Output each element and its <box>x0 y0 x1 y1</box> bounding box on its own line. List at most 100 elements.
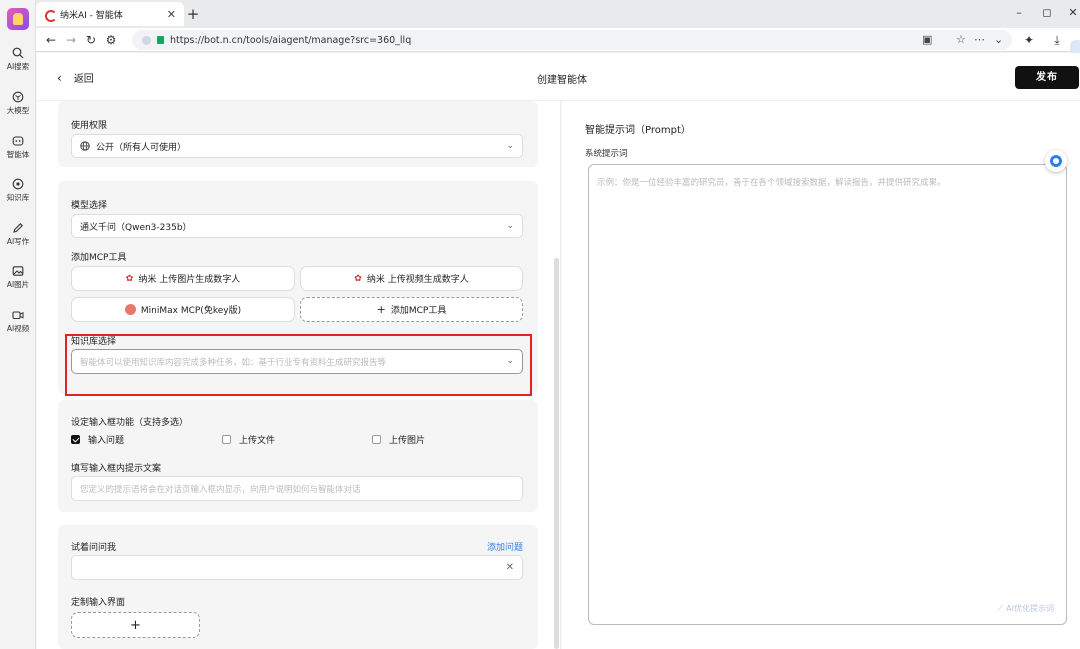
reader-mode-icon[interactable]: ▣ <box>922 30 932 50</box>
publish-button[interactable]: 发布 <box>1015 66 1079 89</box>
nami-logo-icon: ✿ <box>354 273 362 284</box>
sidebar-item-search[interactable]: AI搜索 <box>0 47 36 72</box>
model-icon <box>12 91 24 103</box>
input-features-label: 设定输入框功能（支持多选） <box>71 418 189 428</box>
sidebar-item-agent[interactable]: 智能体 <box>0 135 36 160</box>
url-dropdown-icon[interactable]: ⌄ <box>994 30 1003 50</box>
model-label: 模型选择 <box>71 201 108 211</box>
profile-dot-icon <box>142 35 151 45</box>
checkbox-label: 上传文件 <box>239 436 276 446</box>
system-prompt-textarea[interactable]: 示例：你是一位经验丰富的研究员，善于在各个领域搜索数据，解读报告，并提供研究成果… <box>588 164 1067 625</box>
mcp-label: 添加MCP工具 <box>71 253 127 263</box>
browser-tabbar: 纳米AI - 智能体 ✕ + – ◻ ✕ <box>0 0 1080 28</box>
sidebar-item-video[interactable]: AI视频 <box>0 309 36 334</box>
checkbox-label: 上传图片 <box>389 436 426 446</box>
ai-optimize-button[interactable]: ⟋ AI优化提示词 <box>998 603 1054 614</box>
agent-icon <box>12 136 24 146</box>
sidebar-item-label: AI搜索 <box>6 62 30 71</box>
reload-icon[interactable]: ↻ <box>82 31 100 49</box>
checkbox-upload-file[interactable]: 上传文件 <box>222 433 275 446</box>
prompt-title: 智能提示词（Prompt） <box>585 125 691 136</box>
sidebar-item-label: AI图片 <box>6 280 30 289</box>
close-window-button[interactable]: ✕ <box>1058 4 1080 22</box>
input-hint-placeholder: 您定义的提示语将会在对话页输入框内显示，向用户说明如何与智能体对话 <box>80 484 361 495</box>
site-settings-icon[interactable]: ⚙ <box>102 31 120 49</box>
more-icon[interactable]: ⋯ <box>974 30 985 50</box>
config-panel: 使用权限 公开（所有人可使用） ⌄ 模型选择 通义千问（Qwen3-235b） … <box>37 101 561 649</box>
permission-card: 使用权限 公开（所有人可使用） ⌄ <box>58 101 538 167</box>
browser-tab[interactable]: 纳米AI - 智能体 ✕ <box>36 2 184 26</box>
sidebar-item-model[interactable]: 大模型 <box>0 91 36 116</box>
back-button[interactable]: ‹ 返回 <box>57 70 94 86</box>
prompt-panel: 智能提示词（Prompt） 系统提示词 示例：你是一位经验丰富的研究员，善于在各… <box>562 101 1080 649</box>
magic-wand-icon: ⟋ <box>997 603 1004 613</box>
input-hint-field[interactable]: 您定义的提示语将会在对话页输入框内显示，向用户说明如何与智能体对话 <box>71 476 523 501</box>
prompt-placeholder: 示例：你是一位经验丰富的研究员，善于在各个领域搜索数据，解读报告，并提供研究成果… <box>597 178 946 188</box>
assistant-fab[interactable] <box>1045 150 1067 172</box>
tab-title: 纳米AI - 智能体 <box>60 10 123 21</box>
checkbox-icon <box>222 435 231 444</box>
new-tab-button[interactable]: + <box>184 5 202 23</box>
input-hint-label: 填写输入框内提示文案 <box>71 464 162 474</box>
address-toolbar: ← → ↻ ⚙ https://bot.n.cn/tools/aiagent/m… <box>36 28 1080 52</box>
url-field[interactable]: https://bot.n.cn/tools/aiagent/manage?sr… <box>132 30 1012 50</box>
pen-icon <box>13 223 23 233</box>
page-header: ‹ 返回 创建智能体 发布 <box>37 53 1080 101</box>
plus-icon: + <box>376 303 386 316</box>
add-custom-ui-button[interactable]: + <box>71 612 200 638</box>
url-text: https://bot.n.cn/tools/aiagent/manage?sr… <box>170 34 412 46</box>
mcp-tool-image-avatar[interactable]: ✿ 纳米 上传图片生成数字人 <box>71 266 295 291</box>
sidebar-item-label: 知识库 <box>6 193 30 202</box>
checkbox-ask-question[interactable]: 输入问题 <box>71 433 124 446</box>
forward-icon[interactable]: → <box>62 31 80 49</box>
extensions-icon[interactable]: ✦ <box>1020 31 1038 49</box>
question-input[interactable]: ✕ <box>71 555 523 580</box>
app-logo[interactable] <box>7 8 29 30</box>
site-favicon-icon <box>44 9 57 22</box>
video-icon <box>12 311 24 320</box>
tab-close-icon[interactable]: ✕ <box>167 8 176 21</box>
mcp-tool-minimax[interactable]: MiniMax MCP(免key版) <box>71 297 295 322</box>
minimax-logo-icon <box>124 304 136 315</box>
input-features-card: 设定输入框功能（支持多选） 输入问题 上传文件 上传图片 填写输入框内提示文案 … <box>58 400 538 512</box>
highlight-box <box>65 334 532 396</box>
chevron-left-icon: ‹ <box>57 70 62 85</box>
try-ask-label: 试着问问我 <box>71 543 117 553</box>
permission-label: 使用权限 <box>71 121 108 131</box>
chevron-down-icon: ⌄ <box>506 141 514 151</box>
sidebar-item-label: AI写作 <box>6 237 30 246</box>
bookmark-star-icon[interactable]: ☆ <box>956 30 966 50</box>
ai-optimize-label: AI优化提示词 <box>1006 604 1054 613</box>
globe-icon <box>80 141 90 151</box>
checkbox-upload-image[interactable]: 上传图片 <box>372 433 425 446</box>
mcp-tool-video-avatar[interactable]: ✿ 纳米 上传视频生成数字人 <box>300 266 523 291</box>
download-icon[interactable]: ⤓ <box>1048 31 1066 49</box>
lock-icon <box>157 36 164 44</box>
custom-ui-label: 定制输入界面 <box>71 598 126 608</box>
sidebar-item-image[interactable]: AI图片 <box>0 265 36 290</box>
permission-select[interactable]: 公开（所有人可使用） ⌄ <box>71 134 523 158</box>
clear-icon[interactable]: ✕ <box>506 562 514 573</box>
back-icon[interactable]: ← <box>42 31 60 49</box>
scrollbar[interactable] <box>554 258 559 649</box>
sidebar-item-writing[interactable]: AI写作 <box>0 222 36 247</box>
checkbox-label: 输入问题 <box>88 436 125 446</box>
add-mcp-button[interactable]: + 添加MCP工具 <box>300 297 523 322</box>
page-title: 创建智能体 <box>537 75 587 86</box>
knowledge-icon <box>12 178 24 190</box>
model-value: 通义千问（Qwen3-235b） <box>80 222 192 233</box>
add-mcp-label: 添加MCP工具 <box>390 306 447 316</box>
sidebar-item-label: AI视频 <box>6 324 30 333</box>
back-label: 返回 <box>73 74 94 85</box>
model-select[interactable]: 通义千问（Qwen3-235b） ⌄ <box>71 214 523 238</box>
chevron-down-icon: ⌄ <box>506 221 514 231</box>
add-question-link[interactable]: 添加问题 <box>487 540 523 553</box>
mcp-tool-label: MiniMax MCP(免key版) <box>140 306 242 316</box>
minimize-button[interactable]: – <box>1004 4 1034 22</box>
try-ask-card: 试着问问我 添加问题 ✕ 定制输入界面 + <box>58 525 538 649</box>
mcp-tool-label: 纳米 上传视频生成数字人 <box>366 275 469 285</box>
sidebar-item-knowledge[interactable]: 知识库 <box>0 178 36 203</box>
checkbox-checked-icon <box>71 435 80 444</box>
mcp-tool-label: 纳米 上传图片生成数字人 <box>138 275 241 285</box>
search-icon <box>12 47 24 59</box>
